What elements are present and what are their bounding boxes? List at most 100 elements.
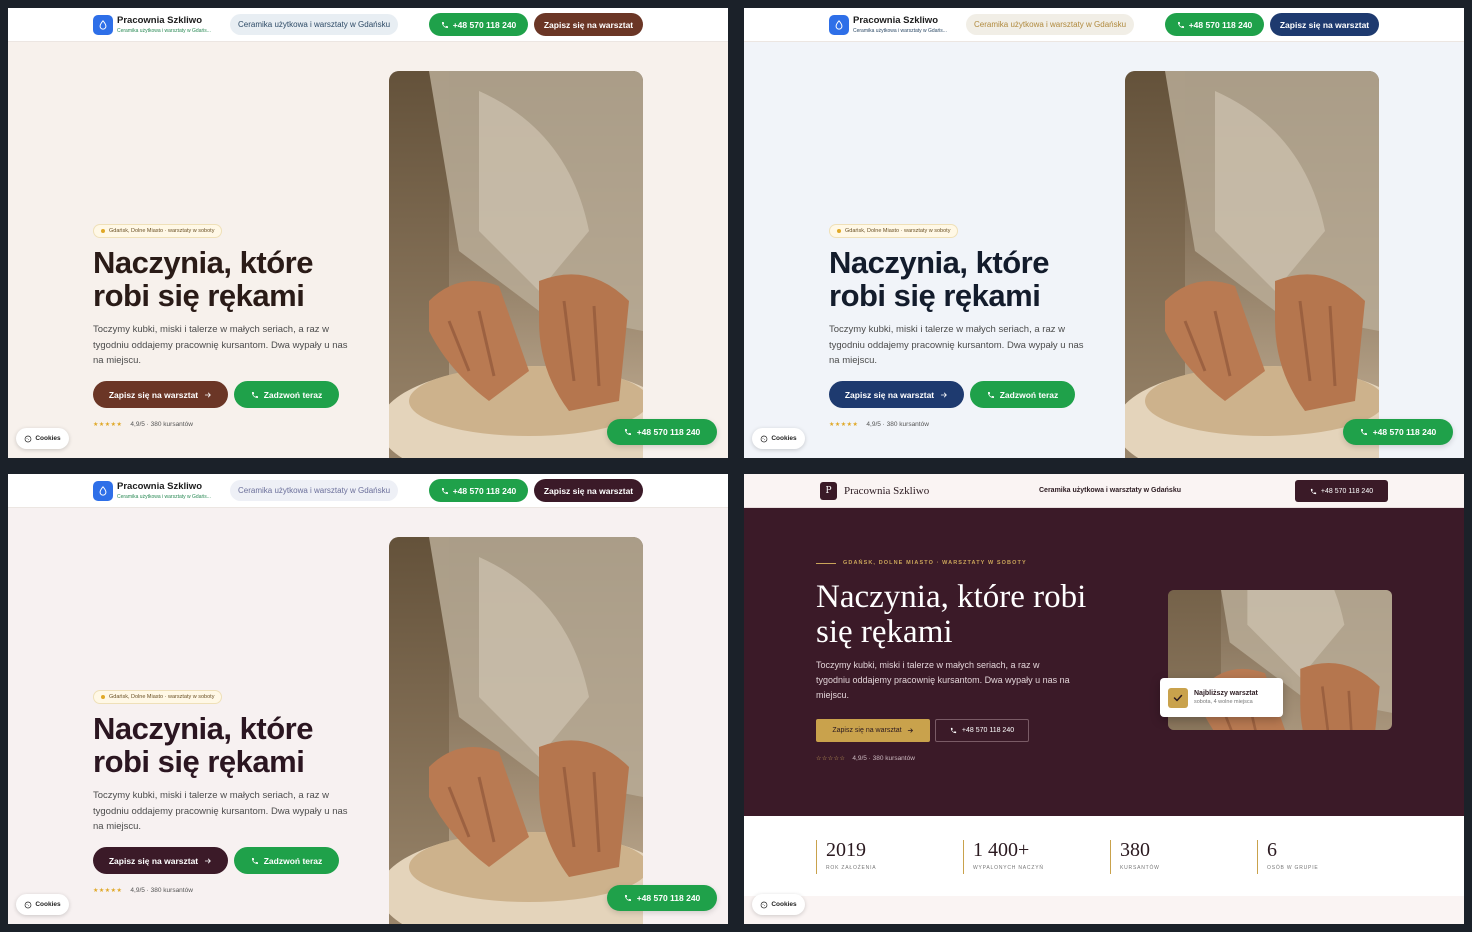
brand-tagline: Ceramika użytkowa i warsztaty w Gdańs...: [853, 28, 947, 34]
rating: ★★★★★ 4,9/5 · 380 kursantów: [829, 421, 929, 428]
phone-icon: [1360, 428, 1368, 436]
phone-icon: [441, 21, 449, 29]
rating: ☆☆☆☆☆ 4,9/5 · 380 kursantów: [816, 755, 915, 762]
rating-stars: ★★★★★: [93, 888, 123, 894]
header-phone-button[interactable]: +48 570 118 240: [429, 13, 528, 36]
stats-section: 2019 ROK ZAŁOŻENIA 1 400+ WYPALONYCH NACZY…: [744, 816, 1464, 896]
cookie-icon: [760, 901, 768, 909]
floating-call-button[interactable]: +48 570 118 240: [1343, 419, 1453, 445]
site-header: Pracownia Szkliwo Ceramika użytkowa i wa…: [8, 8, 728, 42]
cookie-icon: [24, 435, 32, 443]
hero-lead: Toczymy kubki, miski i talerze w małych …: [93, 790, 348, 832]
call-now-button[interactable]: Zadzwoń teraz: [234, 381, 339, 408]
arrow-right-icon: [940, 391, 948, 399]
stat-item: 380 KURSANTÓW: [1110, 840, 1160, 874]
hero-lead: Toczymy kubki, miski i talerze w małych …: [816, 660, 1070, 700]
cookies-button[interactable]: Cookies: [16, 428, 69, 449]
rating-stars: ★★★★★: [93, 422, 123, 428]
phone-icon: [624, 894, 632, 902]
hero-title: Naczynia, które robi się rękami: [829, 245, 1049, 313]
arrow-right-icon: [204, 391, 212, 399]
hero-title: Naczynia, które robi się rękami: [93, 711, 313, 779]
header-phone-button[interactable]: +48 570 118 240: [429, 479, 528, 502]
phone-icon: [251, 391, 259, 399]
stat-item: 1 400+ WYPALONYCH NACZYŃ: [963, 840, 1044, 874]
next-workshop-card: Najbliższy warsztat sobota, 4 wolne miej…: [1160, 678, 1283, 717]
check-icon: [1168, 687, 1188, 708]
hero-title: Naczynia, które robi się rękami: [816, 579, 1087, 650]
hero-title: Naczynia, które robi się rękami: [93, 245, 313, 313]
hero-section: GDAŃSK, DOLNE MIASTO · WARSZTATY W SOBOT…: [744, 508, 1464, 816]
location-badge: Gdańsk, Dolne Miasto · warsztaty w sobot…: [93, 690, 223, 704]
logo-letter-icon[interactable]: P: [820, 482, 837, 500]
signup-button[interactable]: Zapisz się na warsztat: [816, 719, 930, 742]
eyebrow-line: [816, 562, 836, 564]
brand-name[interactable]: Pracownia Szkliwo: [117, 15, 202, 26]
phone-icon: [1177, 21, 1185, 29]
call-now-button[interactable]: Zadzwoń teraz: [970, 381, 1075, 408]
brand-tagline: Ceramika użytkowa i warsztaty w Gdańs...: [117, 28, 211, 34]
hero-lead: Toczymy kubki, miski i talerze w małych …: [93, 324, 348, 366]
page-bottom: [744, 896, 1464, 924]
header-tagline-pill: Ceramika użytkowa i warsztaty w Gdańsku: [230, 480, 399, 501]
location-badge: Gdańsk, Dolne Miasto · warsztaty w sobot…: [93, 224, 223, 238]
rating-stars: ★★★★★: [829, 422, 859, 428]
cookies-button[interactable]: Cookies: [752, 894, 805, 915]
variant-a-panel: Pracownia Szkliwo Ceramika użytkowa i wa…: [8, 8, 728, 458]
variant-b-panel: Pracownia Szkliwo Ceramika użytkowa i wa…: [744, 8, 1464, 458]
pottery-photo: [389, 537, 643, 924]
signup-button[interactable]: Zapisz się na warsztat: [829, 381, 964, 408]
phone-icon: [1310, 488, 1317, 495]
arrow-right-icon: [204, 857, 212, 865]
logo-drop-icon[interactable]: [93, 481, 113, 501]
logo-drop-icon[interactable]: [829, 15, 849, 35]
call-button[interactable]: +48 570 118 240: [935, 719, 1029, 742]
next-workshop-title: Najbliższy warsztat: [1194, 690, 1258, 697]
variant-d-panel: P Pracownia Szkliwo Ceramika użytkowa i …: [744, 474, 1464, 924]
pottery-photo: [389, 71, 643, 458]
stat-item: 6 OSÓB W GRUPIE: [1257, 840, 1319, 874]
dot-icon: [101, 695, 105, 699]
site-header: Pracownia Szkliwo Ceramika użytkowa i wa…: [8, 474, 728, 508]
phone-icon: [950, 727, 957, 734]
rating: ★★★★★ 4,9/5 · 380 kursantów: [93, 887, 193, 894]
location-eyebrow: GDAŃSK, DOLNE MIASTO · WARSZTATY W SOBOT…: [816, 560, 1027, 566]
phone-icon: [987, 391, 995, 399]
call-now-button[interactable]: Zadzwoń teraz: [234, 847, 339, 874]
floating-call-button[interactable]: +48 570 118 240: [607, 419, 717, 445]
cookies-button[interactable]: Cookies: [16, 894, 69, 915]
header-signup-button[interactable]: Zapisz się na warsztat: [534, 13, 643, 36]
cookies-button[interactable]: Cookies: [752, 428, 805, 449]
header-tagline: Ceramika użytkowa i warsztaty w Gdańsku: [1039, 487, 1181, 494]
signup-button[interactable]: Zapisz się na warsztat: [93, 847, 228, 874]
arrow-right-icon: [907, 727, 914, 734]
brand-name[interactable]: Pracownia Szkliwo: [117, 481, 202, 492]
stat-item: 2019 ROK ZAŁOŻENIA: [816, 840, 876, 874]
rating: ★★★★★ 4,9/5 · 380 kursantów: [93, 421, 193, 428]
hero-lead: Toczymy kubki, miski i talerze w małych …: [829, 324, 1084, 366]
floating-call-button[interactable]: +48 570 118 240: [607, 885, 717, 911]
cookie-icon: [760, 435, 768, 443]
next-workshop-sub: sobota, 4 wolne miejsca: [1194, 699, 1253, 705]
phone-icon: [624, 428, 632, 436]
header-signup-button[interactable]: Zapisz się na warsztat: [1270, 13, 1379, 36]
brand-name[interactable]: Pracownia Szkliwo: [844, 485, 929, 497]
header-phone-button[interactable]: +48 570 118 240: [1295, 480, 1388, 502]
dot-icon: [101, 229, 105, 233]
pottery-photo: [1125, 71, 1379, 458]
dot-icon: [837, 229, 841, 233]
header-signup-button[interactable]: Zapisz się na warsztat: [534, 479, 643, 502]
brand-tagline: Ceramika użytkowa i warsztaty w Gdańs...: [117, 494, 211, 500]
header-tagline-pill: Ceramika użytkowa i warsztaty w Gdańsku: [230, 14, 399, 35]
location-badge: Gdańsk, Dolne Miasto · warsztaty w sobot…: [829, 224, 959, 238]
rating-stars: ☆☆☆☆☆: [816, 756, 846, 762]
brand-name[interactable]: Pracownia Szkliwo: [853, 15, 938, 26]
signup-button[interactable]: Zapisz się na warsztat: [93, 381, 228, 408]
logo-drop-icon[interactable]: [93, 15, 113, 35]
header-phone-button[interactable]: +48 570 118 240: [1165, 13, 1264, 36]
site-header: P Pracownia Szkliwo Ceramika użytkowa i …: [744, 474, 1464, 508]
variant-c-panel: Pracownia Szkliwo Ceramika użytkowa i wa…: [8, 474, 728, 924]
phone-icon: [441, 487, 449, 495]
site-header: Pracownia Szkliwo Ceramika użytkowa i wa…: [744, 8, 1464, 42]
header-tagline-pill: Ceramika użytkowa i warsztaty w Gdańsku: [966, 14, 1135, 35]
